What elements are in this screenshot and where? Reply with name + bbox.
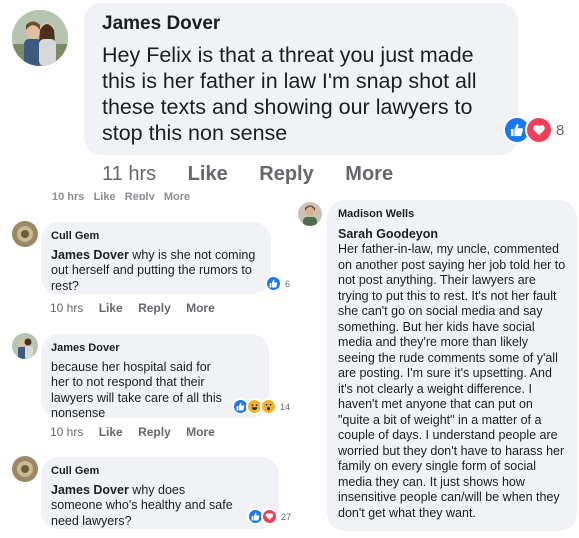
comment-bubble: James Dover Hey Felix is that a threat y… [84,3,518,155]
comment-bubble: Madison Wells Sarah Goodeyon Her father-… [327,200,577,531]
pattern-avatar-icon [12,456,38,482]
comment-text: Hey Felix is that a threat you just made… [102,43,477,145]
love-reaction-icon [261,508,278,525]
wow-reaction-icon [260,398,277,415]
comment-author[interactable]: Cull Gem [51,464,269,480]
more-button[interactable]: More [186,425,215,439]
reply-button[interactable]: Reply [259,163,313,185]
reply-button[interactable]: Reply [138,425,171,439]
avatar[interactable] [12,221,38,247]
couple-photo-icon [12,10,68,66]
more-button[interactable]: More [345,163,393,185]
avatar[interactable] [12,456,38,482]
mention-link[interactable]: James Dover [51,248,129,262]
reaction-count: 27 [281,511,292,522]
like-button[interactable]: Like [99,425,123,439]
comment-text: James Dover why is she not coming out he… [51,247,256,293]
reaction-summary[interactable]: 14 [232,398,290,415]
comment-text: Her father-in-law, my uncle, commented o… [338,242,566,520]
comment-timestamp: 10 hrs [50,425,84,439]
reaction-summary[interactable]: 6 [265,275,290,292]
like-reaction-icon [265,275,282,292]
avatar[interactable] [298,202,322,226]
couple-photo-icon [12,333,38,359]
like-button[interactable]: Like [99,301,123,315]
comment-text: James Dover why does someone who's healt… [51,482,233,528]
comment-actions: 11 hrs Like Reply More [102,163,405,186]
comment-author[interactable]: James Dover [102,12,500,36]
reaction-summary[interactable]: 27 [247,508,291,525]
comment-bubble: Cull Gem James Dover why does someone wh… [41,457,279,529]
comment-timestamp: 10 hrs [50,301,84,315]
comment-bubble: Cull Gem James Dover why is she not comi… [41,222,271,294]
reaction-summary[interactable]: 8 [503,116,564,144]
avatar[interactable] [12,10,68,66]
more-button[interactable]: More [186,301,215,315]
cut-off-actions: 10 hrs Like Reply More [52,191,191,200]
love-reaction-icon [525,116,553,144]
comment-timestamp: 11 hrs [102,163,157,185]
reaction-count: 14 [280,401,291,412]
reaction-count: 6 [285,278,291,289]
profile-photo-icon [298,202,322,226]
pattern-avatar-icon [12,221,38,247]
comment-actions: 10 hrs Like Reply More [50,301,227,315]
mention-link[interactable]: Sarah Goodeyon [338,227,566,243]
mention-link[interactable]: James Dover [51,483,129,497]
comment-author[interactable]: Cull Gem [51,229,261,245]
comment-author[interactable]: Madison Wells [338,207,566,223]
comment-actions: 10 hrs Like Reply More [50,425,227,439]
avatar[interactable] [12,333,38,359]
reply-button[interactable]: Reply [138,301,171,315]
comment-author[interactable]: James Dover [51,341,259,357]
reaction-count: 8 [556,121,565,139]
like-button[interactable]: Like [188,163,228,185]
comment-text: because her hospital said for her to not… [51,359,222,421]
